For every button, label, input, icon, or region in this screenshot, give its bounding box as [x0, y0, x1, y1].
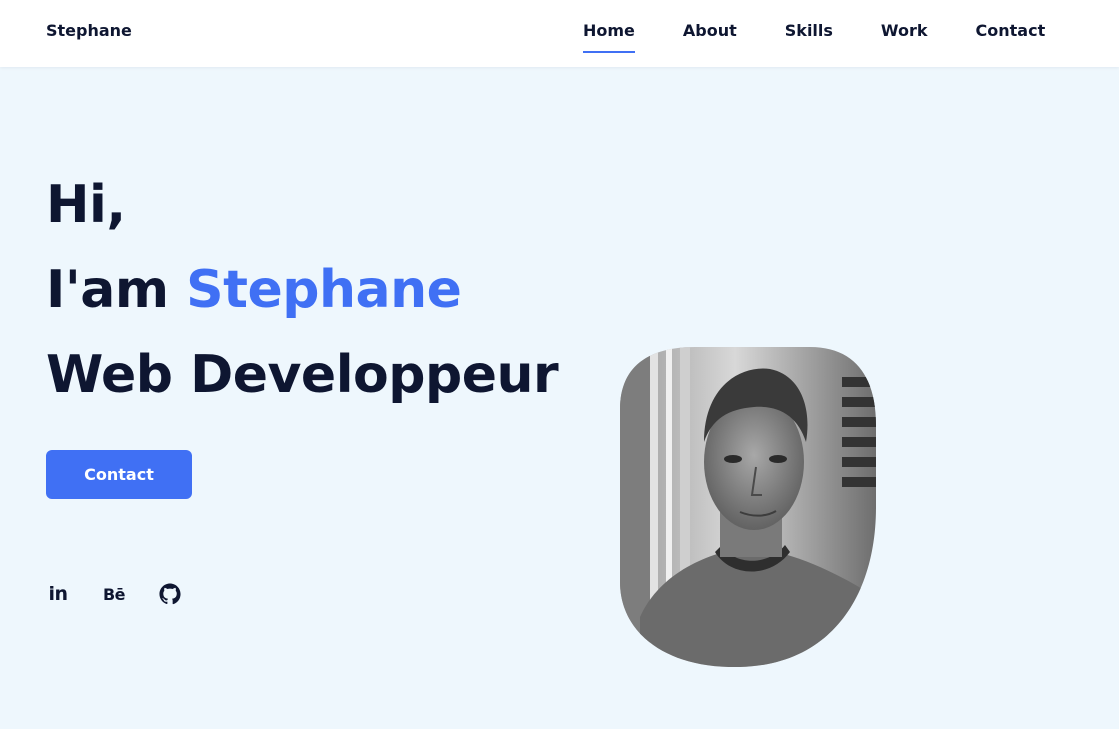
nav-about[interactable]: About	[683, 21, 737, 40]
nav-work[interactable]: Work	[881, 21, 928, 40]
hero-role: Web Developpeur	[46, 345, 559, 405]
hero-intro-line: I'am Stephane	[46, 248, 558, 333]
hero-name: Stephane	[186, 260, 462, 320]
nav-home[interactable]: Home	[583, 21, 635, 53]
behance-link[interactable]: Bē	[102, 582, 126, 606]
linkedin-link[interactable]: in	[46, 582, 70, 606]
behance-icon: Bē	[102, 584, 126, 604]
linkedin-icon: in	[48, 583, 68, 605]
github-link[interactable]	[158, 582, 182, 606]
nav-contact[interactable]: Contact	[976, 21, 1046, 40]
github-icon	[159, 583, 181, 605]
hero-greeting: Hi,	[46, 175, 126, 235]
profile-photo	[620, 347, 876, 667]
main-nav: Home About Skills Work Contact	[583, 21, 1046, 53]
site-header: Stephane Home About Skills Work Contact	[0, 0, 1119, 67]
nav-skills[interactable]: Skills	[785, 21, 833, 40]
hero-title: Hi, I'am Stephane Web Developpeur	[46, 163, 559, 418]
hero-intro-prefix: I'am	[46, 260, 187, 320]
profile-photo-illustration	[620, 347, 876, 667]
site-logo[interactable]: Stephane	[46, 21, 132, 40]
social-links: in Bē	[46, 582, 182, 606]
contact-button[interactable]: Contact	[46, 450, 192, 499]
